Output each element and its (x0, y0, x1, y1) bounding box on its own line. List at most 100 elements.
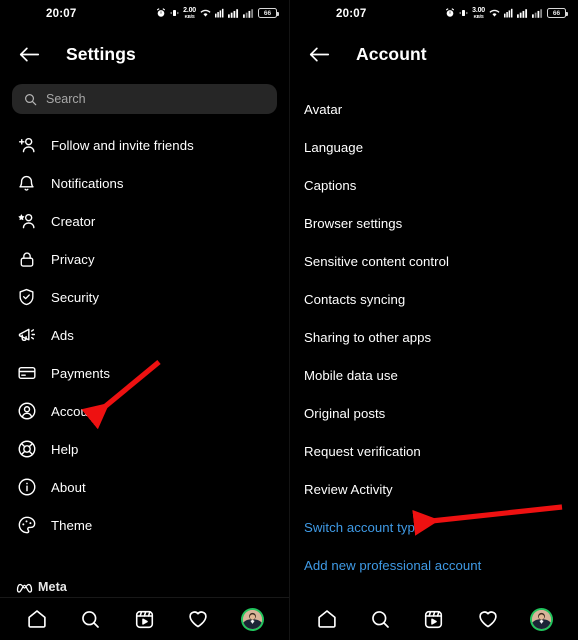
sidebar-item-label: Privacy (51, 251, 95, 267)
sidebar-item-label: Ads (51, 327, 74, 343)
account-item-add-new-professional-account[interactable]: Add new professional account (290, 546, 578, 584)
account-item-browser-settings[interactable]: Browser settings (290, 204, 578, 242)
meta-branding: Meta (16, 580, 67, 594)
page-title: Settings (66, 43, 136, 64)
network-speed-unit: KB/S (473, 13, 484, 19)
account-item-label: Sharing to other apps (304, 329, 432, 345)
battery-icon: 66 (547, 8, 568, 18)
bottom-navigation-bar (290, 598, 578, 640)
sidebar-item-label: Theme (51, 517, 93, 533)
account-item-label: Contacts syncing (304, 291, 406, 307)
palette-icon (16, 515, 37, 536)
account-item-captions[interactable]: Captions (290, 166, 578, 204)
status-bar-icons: 3.00 KB/S 66 (445, 7, 568, 19)
account-item-contacts-syncing[interactable]: Contacts syncing (290, 280, 578, 318)
sidebar-item-notifications[interactable]: Notifications (0, 164, 289, 202)
nav-home[interactable] (310, 602, 344, 636)
signal-sim1-icon (215, 8, 224, 18)
sidebar-item-label: Security (51, 289, 100, 305)
sidebar-item-help[interactable]: Help (0, 430, 289, 468)
account-item-avatar[interactable]: Avatar (290, 90, 578, 128)
battery-icon: 66 (258, 8, 279, 18)
sidebar-item-about[interactable]: About (0, 468, 289, 506)
search-container: Search (0, 78, 289, 114)
sidebar-item-theme[interactable]: Theme (0, 506, 289, 544)
heart-icon (189, 611, 207, 628)
account-item-switch-account-type[interactable]: Switch account type (290, 508, 578, 546)
nav-reels[interactable] (127, 602, 161, 636)
account-item-sensitive-content-control[interactable]: Sensitive content control (290, 242, 578, 280)
sidebar-item-security[interactable]: Security (0, 278, 289, 316)
sidebar-item-payments[interactable]: Payments (0, 354, 289, 392)
search-icon (25, 93, 37, 105)
sidebar-item-label: Follow and invite friends (51, 137, 194, 153)
home-icon (28, 610, 46, 628)
account-header: Account (290, 30, 578, 78)
sidebar-item-account[interactable]: Account (0, 392, 289, 430)
info-circle-icon (16, 477, 37, 498)
signal-sim2-icon (243, 9, 254, 18)
nav-profile[interactable] (524, 602, 558, 636)
wifi-icon (200, 9, 211, 17)
nav-home[interactable] (20, 602, 54, 636)
account-item-label: Request verification (304, 443, 421, 459)
dual-screenshot-container: 20:07 2.00 KB/S 66 Settings Search Follo… (0, 0, 578, 640)
settings-list: Follow and invite friends Notifications (0, 114, 289, 544)
lock-icon (16, 249, 37, 270)
back-button[interactable] (306, 41, 332, 67)
back-button[interactable] (16, 41, 42, 67)
alarm-icon (157, 8, 166, 17)
account-item-sharing-to-other-apps[interactable]: Sharing to other apps (290, 318, 578, 356)
account-item-label: Mobile data use (304, 367, 398, 383)
arrow-left-icon (19, 47, 39, 61)
heart-icon (478, 611, 497, 628)
sidebar-item-label: About (51, 479, 86, 495)
signal-sim2-icon (532, 9, 543, 18)
alarm-icon (446, 8, 455, 17)
account-item-original-posts[interactable]: Original posts (290, 394, 578, 432)
avatar-image (242, 609, 262, 629)
signal-bars-icon (228, 9, 239, 18)
nav-search[interactable] (363, 602, 397, 636)
person-add-icon (16, 135, 37, 156)
search-input[interactable]: Search (12, 84, 277, 114)
arrow-left-icon (309, 47, 329, 61)
lifebuoy-icon (16, 439, 37, 460)
network-speed-indicator: 2.00 KB/S (183, 7, 196, 19)
search-icon (372, 610, 389, 628)
sidebar-item-privacy[interactable]: Privacy (0, 240, 289, 278)
meta-logo-icon (16, 583, 33, 593)
account-item-language[interactable]: Language (290, 128, 578, 166)
person-circle-icon (16, 401, 37, 422)
search-placeholder: Search (46, 92, 86, 106)
network-speed-unit: KB/S (184, 13, 195, 19)
nav-profile[interactable] (235, 602, 269, 636)
sidebar-item-label: Payments (51, 365, 111, 381)
sidebar-item-label: Account (51, 403, 100, 419)
sidebar-item-creator[interactable]: Creator (0, 202, 289, 240)
battery-level: 66 (552, 9, 561, 17)
status-bar: 20:07 2.00 KB/S 66 (0, 0, 289, 30)
nav-reels[interactable] (417, 602, 451, 636)
nav-activity[interactable] (471, 602, 505, 636)
sidebar-item-follow-invite-friends[interactable]: Follow and invite friends (0, 126, 289, 164)
nav-activity[interactable] (181, 602, 215, 636)
vibrate-icon (459, 10, 468, 16)
bottom-navigation-bar (0, 598, 289, 640)
person-star-icon (16, 211, 37, 232)
account-item-review-activity[interactable]: Review Activity (290, 470, 578, 508)
account-item-label: Original posts (304, 405, 386, 421)
status-bar-clock: 20:07 (46, 8, 77, 20)
account-item-mobile-data-use[interactable]: Mobile data use (290, 356, 578, 394)
account-item-request-verification[interactable]: Request verification (290, 432, 578, 470)
settings-screen: 20:07 2.00 KB/S 66 Settings Search Follo… (0, 0, 289, 640)
meta-brand-label: Meta (38, 580, 67, 594)
status-bar-clock: 20:07 (336, 8, 367, 20)
status-bar-icons: 2.00 KB/S 66 (156, 7, 279, 19)
search-icon (82, 610, 100, 628)
nav-search[interactable] (74, 602, 108, 636)
signal-bars-icon (517, 9, 528, 18)
sidebar-item-label: Help (51, 441, 79, 457)
sidebar-item-ads[interactable]: Ads (0, 316, 289, 354)
account-item-label: Browser settings (304, 215, 403, 231)
